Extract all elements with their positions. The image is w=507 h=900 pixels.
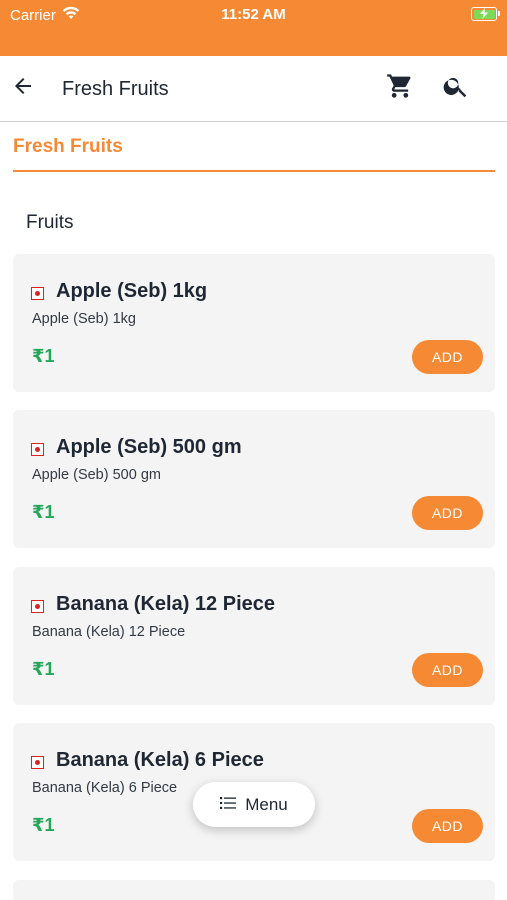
cart-button[interactable] (384, 72, 416, 104)
product-price: ₹1 (32, 502, 55, 522)
product-description: Banana (Kela) 6 Piece (32, 780, 178, 796)
search-icon (442, 72, 470, 105)
menu-label: Menu (245, 794, 288, 814)
list-icon (220, 795, 237, 815)
food-type-icon (31, 443, 44, 456)
food-type-icon (31, 287, 44, 300)
product-card[interactable]: Apple (Seb) 500 gm Apple (Seb) 500 gm ₹1… (13, 410, 495, 548)
section-divider (13, 170, 495, 172)
clock: 11:52 AM (221, 6, 286, 23)
product-price: ₹1 (32, 659, 55, 679)
product-description: Apple (Seb) 1kg (32, 311, 136, 327)
battery-charging-icon (471, 7, 500, 21)
add-button[interactable]: ADD (412, 340, 483, 374)
search-button[interactable] (440, 72, 472, 104)
product-name: Apple (Seb) 500 gm (56, 436, 242, 458)
back-button[interactable] (8, 73, 38, 103)
product-price: ₹1 (32, 815, 55, 835)
section-title: Fresh Fruits (13, 136, 123, 157)
product-price: ₹1 (32, 346, 55, 366)
food-type-icon (31, 756, 44, 769)
add-button[interactable]: ADD (412, 496, 483, 530)
add-button[interactable]: ADD (412, 653, 483, 687)
product-card[interactable]: Banana (Kela) 12 Piece Banana (Kela) 12 … (13, 567, 495, 705)
app-bar: Fresh Fruits (0, 56, 507, 122)
page-title: Fresh Fruits (62, 78, 169, 100)
category-label: Fruits (26, 212, 74, 233)
product-description: Banana (Kela) 12 Piece (32, 624, 186, 640)
product-name: Banana (Kela) 6 Piece (56, 749, 264, 771)
menu-button[interactable]: Menu (193, 782, 315, 827)
product-card[interactable] (13, 880, 495, 900)
arrow-left-icon (11, 74, 35, 103)
cart-icon (386, 72, 414, 105)
product-description: Apple (Seb) 500 gm (32, 467, 161, 483)
add-button[interactable]: ADD (412, 809, 483, 843)
status-bar: Carrier 11:52 AM (0, 0, 507, 56)
product-name: Banana (Kela) 12 Piece (56, 593, 275, 615)
product-name: Apple (Seb) 1kg (56, 280, 208, 302)
food-type-icon (31, 600, 44, 613)
product-card[interactable]: Apple (Seb) 1kg Apple (Seb) 1kg ₹1 ADD (13, 254, 495, 392)
